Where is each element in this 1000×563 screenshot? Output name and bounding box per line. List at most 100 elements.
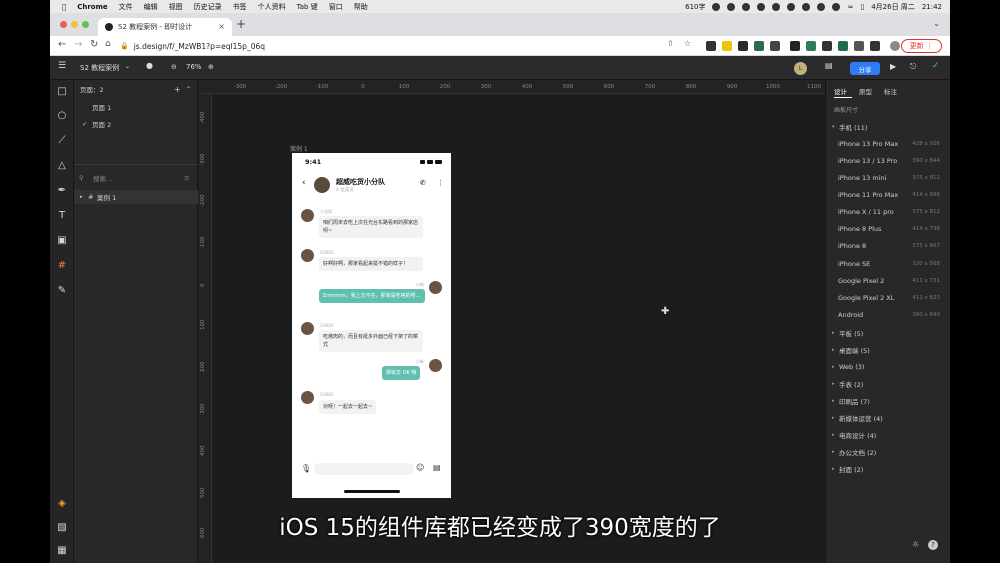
microphone-icon[interactable]: 🎙	[301, 464, 311, 473]
extension-icon[interactable]	[722, 41, 732, 51]
zoom-level[interactable]: 76%	[186, 63, 202, 71]
url-field[interactable]: 🔒 js.design/f/_MzWB1?p=eql15p_06q	[120, 39, 680, 53]
device-preset[interactable]: iPhone 13 mini 375 x 812	[838, 171, 950, 185]
group-web[interactable]: ▸ Web (3)	[832, 360, 944, 374]
play-icon[interactable]: ▶	[890, 62, 896, 71]
file-name[interactable]: S2 教程案例	[80, 63, 119, 73]
zoom-out-icon[interactable]: ⊖	[171, 63, 177, 71]
group-desktop[interactable]: ▸ 桌面端 (5)	[832, 343, 944, 357]
tray-icon[interactable]	[727, 2, 736, 11]
wordcount-label[interactable]: 610字	[685, 2, 705, 12]
device-preset[interactable]: iPhone SE 320 x 568	[838, 257, 950, 271]
battery-icon[interactable]: ▯	[860, 3, 864, 11]
device-preset[interactable]: Android 360 x 640	[838, 308, 950, 322]
layer-search-input[interactable]: ⚲ 搜索... ≡	[74, 171, 198, 185]
image-tool-icon[interactable]: ▣	[56, 235, 68, 247]
extension-icon[interactable]	[738, 41, 748, 51]
bookmark-star-icon[interactable]: ☆	[684, 39, 691, 48]
device-preset[interactable]: Google Pixel 2 411 x 731	[838, 274, 950, 288]
extension-icon[interactable]	[790, 41, 800, 51]
tray-icon[interactable]	[802, 2, 811, 11]
menu-help[interactable]: 帮助	[354, 2, 368, 12]
triangle-tool-icon[interactable]: △	[56, 160, 68, 172]
close-window-button[interactable]	[60, 21, 67, 28]
extension-icon[interactable]	[822, 41, 832, 51]
device-preset[interactable]: iPhone 8 Plus 414 x 736	[838, 222, 950, 236]
export-icon[interactable]: ⎋	[910, 62, 916, 72]
update-button[interactable]: 更新 ⋮	[900, 39, 942, 53]
avatar[interactable]: L	[794, 62, 807, 75]
expand-arrow-icon[interactable]: ▸	[80, 194, 88, 200]
page-item[interactable]: 页面 1	[74, 100, 198, 114]
menu-file[interactable]: 文件	[119, 2, 133, 12]
group-watch[interactable]: ▸ 手表 (2)	[832, 377, 944, 391]
components-icon[interactable]: ▦	[56, 545, 68, 557]
time-label[interactable]: 21:42	[922, 3, 942, 11]
group-print[interactable]: ▸ 印刷品 (7)	[832, 394, 944, 408]
group-phone[interactable]: ▾ 手机 (11)	[832, 120, 944, 134]
menu-window[interactable]: 窗口	[329, 2, 343, 12]
pen-tool-icon[interactable]: ✒	[56, 185, 68, 197]
line-tool-icon[interactable]: ⟋	[56, 135, 68, 147]
reload-icon[interactable]: ↻	[90, 39, 98, 50]
chevron-down-icon[interactable]: ⌄	[125, 63, 130, 70]
group-new-media[interactable]: ▸ 新媒体运营 (4)	[832, 411, 944, 425]
attachment-icon[interactable]: ▤	[433, 463, 441, 472]
menu-view[interactable]: 视图	[169, 2, 183, 12]
library-icon[interactable]: ▤	[825, 61, 833, 70]
group-office-doc[interactable]: ▸ 办公文档 (2)	[832, 445, 944, 459]
tray-icon[interactable]	[817, 2, 826, 11]
zoom-window-button[interactable]	[82, 21, 89, 28]
tab-inspect[interactable]: 标注	[884, 86, 897, 96]
extension-icon[interactable]	[770, 41, 780, 51]
tray-icon[interactable]	[712, 2, 721, 11]
device-preset[interactable]: iPhone 13 / 13 Pro 390 x 844	[838, 154, 950, 168]
menu-history[interactable]: 历史记录	[194, 2, 222, 12]
main-menu-icon[interactable]: ☰	[58, 61, 66, 71]
phone-call-icon[interactable]: ✆	[420, 179, 426, 187]
device-preset[interactable]: iPhone 8 375 x 667	[838, 239, 950, 253]
date-label[interactable]: 4月26日 周二	[871, 2, 915, 12]
apple-icon[interactable]: 	[62, 3, 66, 11]
menu-tab[interactable]: Tab 键	[297, 2, 318, 12]
brush-tool-icon[interactable]: ✎	[56, 285, 68, 297]
collapse-icon[interactable]: ⌃	[186, 86, 191, 93]
device-preset[interactable]: iPhone 11 Pro Max 414 x 896	[838, 188, 950, 202]
menu-edit[interactable]: 编辑	[144, 2, 158, 12]
share-button[interactable]: 分享	[850, 62, 880, 75]
tab-search-icon[interactable]: ⌄	[933, 19, 940, 28]
frame-tool-icon[interactable]: #	[56, 260, 68, 272]
tray-icon[interactable]	[772, 2, 781, 11]
tray-icon[interactable]	[832, 2, 841, 11]
extension-icon[interactable]	[706, 41, 716, 51]
tray-icon[interactable]	[742, 2, 751, 11]
menu-profiles[interactable]: 个人资料	[258, 2, 286, 12]
close-tab-icon[interactable]: ×	[218, 22, 225, 31]
text-tool-icon[interactable]: T	[56, 210, 68, 222]
artboard-label[interactable]: 案例 1	[290, 144, 308, 153]
tab-prototype[interactable]: 原型	[859, 86, 872, 96]
device-preset[interactable]: Google Pixel 2 XL 411 x 823	[838, 291, 950, 305]
wifi-icon[interactable]: ≈	[847, 3, 853, 11]
zoom-in-icon[interactable]: ⊕	[208, 63, 214, 71]
tray-icon[interactable]	[787, 2, 796, 11]
add-page-icon[interactable]: +	[174, 85, 181, 94]
device-preset[interactable]: iPhone X / 11 pro 375 x 812	[838, 205, 950, 219]
emoji-icon[interactable]: ☺	[416, 463, 424, 472]
check-icon[interactable]: ✓	[932, 61, 940, 71]
extension-icon[interactable]	[854, 41, 864, 51]
phone-artboard[interactable]: 9:41 ‹ 超威吃货小分队 4 位成员 ✆ ⋮ 小龙哥 咱们周末去吃上次在光台…	[292, 153, 451, 498]
comment-icon[interactable]: ●	[146, 61, 153, 70]
page-item-selected[interactable]: ✓ 页面 2	[74, 117, 198, 131]
profile-avatar[interactable]	[890, 41, 900, 51]
minimize-window-button[interactable]	[71, 21, 78, 28]
lock-icon[interactable]: 🔒	[120, 42, 129, 50]
browser-tab[interactable]: S2 教程案例 - 即时设计 ×	[98, 18, 232, 36]
device-preset[interactable]: iPhone 13 Pro Max 428 x 926	[838, 137, 950, 151]
extension-icon[interactable]	[806, 41, 816, 51]
new-tab-button[interactable]: +	[236, 17, 246, 31]
menu-bookmarks[interactable]: 书签	[233, 2, 247, 12]
menu-app-name[interactable]: Chrome	[77, 3, 107, 11]
group-cover[interactable]: ▸ 封面 (2)	[832, 462, 944, 476]
extension-icon[interactable]	[838, 41, 848, 51]
